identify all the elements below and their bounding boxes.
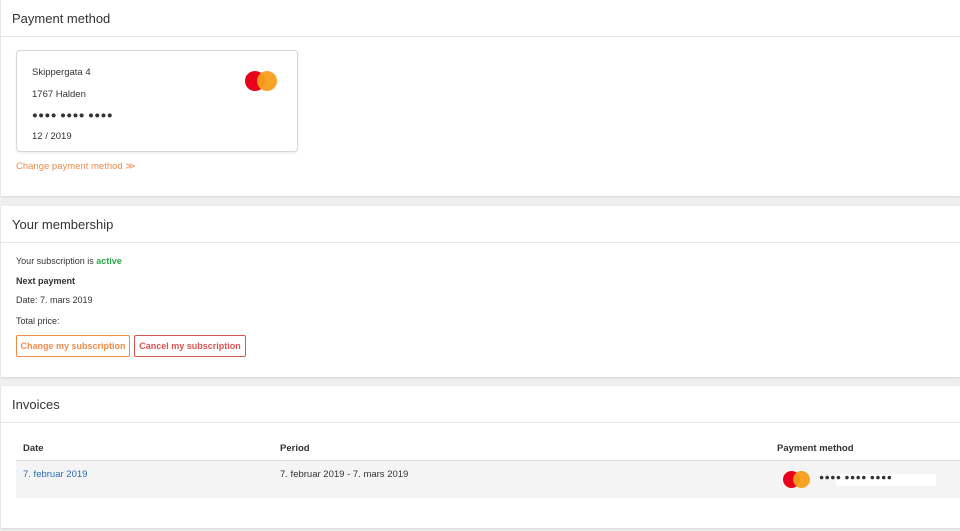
invoice-masked-card: ●●●● ●●●● ●●●● xyxy=(819,472,893,482)
subscription-status-prefix: Your subscription is xyxy=(16,256,97,266)
invoices-panel: Invoices Date Period Payment method 7. f… xyxy=(1,386,960,528)
next-payment-label: Next payment xyxy=(16,276,76,286)
cancel-subscription-button[interactable]: Cancel my subscription xyxy=(134,335,246,357)
invoices-title: Invoices xyxy=(1,386,960,423)
subscription-status: Your subscription is active xyxy=(16,256,122,266)
membership-panel: Your membership Your subscription is act… xyxy=(1,206,960,377)
status-active-badge: active xyxy=(96,256,122,266)
invoice-period: 7. februar 2019 - 7. mars 2019 xyxy=(280,469,409,480)
table-row: 7. februar 2019 7. februar 2019 - 7. mar… xyxy=(16,461,960,498)
column-header-period: Period xyxy=(280,443,310,454)
change-payment-method-link[interactable]: Change payment method ≫ xyxy=(16,161,135,172)
payment-card: Skippergata 4 1767 Halden ●●●● ●●●● ●●●●… xyxy=(16,50,298,152)
mastercard-icon xyxy=(783,471,813,489)
card-address-line1: Skippergata 4 xyxy=(32,67,91,78)
mastercard-icon xyxy=(245,71,279,91)
invoice-date-link[interactable]: 7. februar 2019 xyxy=(23,469,87,480)
membership-title: Your membership xyxy=(1,206,960,243)
card-masked-number: ●●●● ●●●● ●●●● xyxy=(32,110,114,121)
card-expiry: 12 / 2019 xyxy=(32,131,72,142)
payment-method-panel: Payment method Skippergata 4 1767 Halden… xyxy=(1,0,960,196)
column-header-date: Date xyxy=(23,443,44,454)
card-address-line2: 1767 Halden xyxy=(32,89,86,100)
change-subscription-button[interactable]: Change my subscription xyxy=(16,335,130,357)
column-header-payment-method: Payment method xyxy=(777,443,854,454)
next-payment-date: Date: 7. mars 2019 xyxy=(16,295,93,305)
payment-method-title: Payment method xyxy=(1,0,960,37)
total-price-label: Total price: xyxy=(16,316,60,326)
